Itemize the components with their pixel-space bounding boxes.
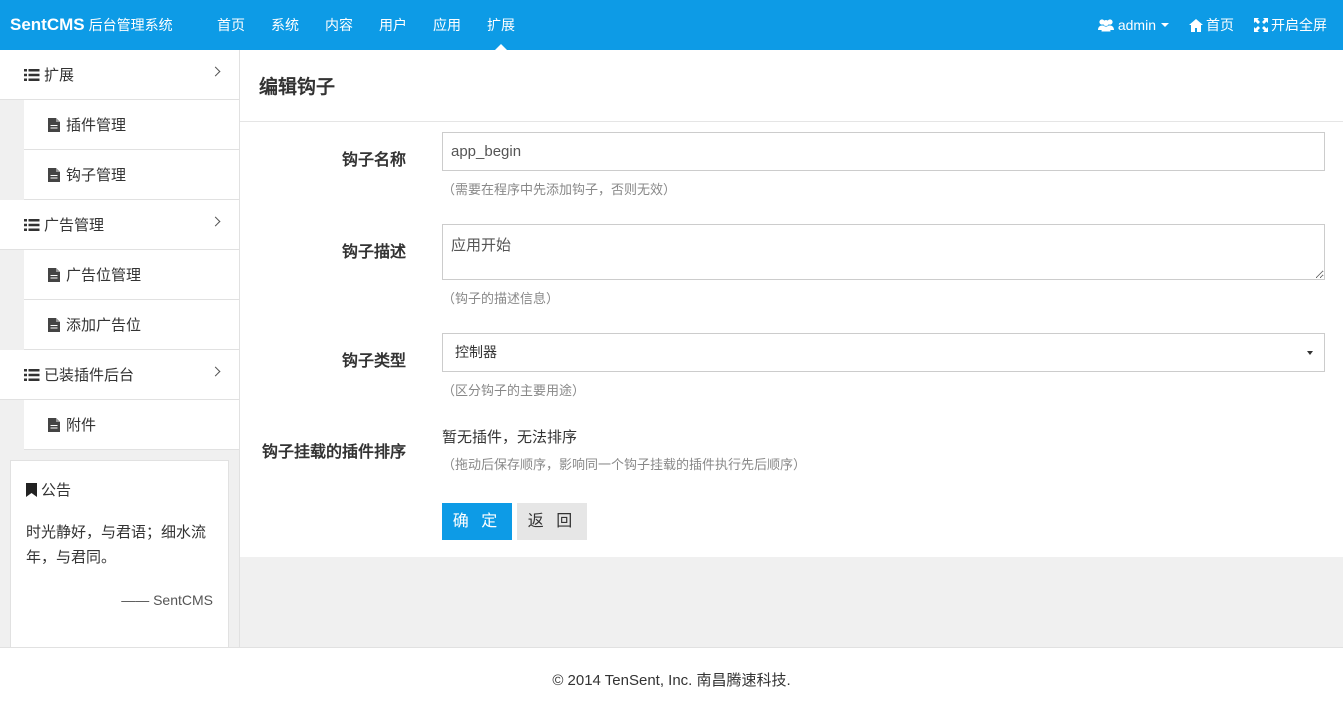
- notice-title: 公告: [26, 479, 213, 500]
- back-button[interactable]: 返 回: [517, 503, 587, 540]
- hook-type-help: （区分钩子的主要用途）: [442, 383, 586, 398]
- hook-description-help: （钩子的描述信息）: [442, 291, 560, 306]
- sidebar-item-label: 添加广告位: [66, 317, 142, 334]
- sidebar-group-label: 广告管理: [44, 217, 105, 234]
- file-icon: [48, 167, 60, 182]
- top-navbar: SentCMS 后台管理系统 首页 系统 内容 用户 应用 扩展 admin 首页…: [0, 0, 1343, 50]
- users-icon: [1097, 19, 1114, 32]
- hook-order-control: 暂无插件，无法排序 （拖动后保存顺序，影响同一个钩子挂载的插件执行先后顺序）: [442, 428, 1325, 473]
- home-icon: [1189, 18, 1203, 32]
- hook-name-help: （需要在程序中先添加钩子，否则无效）: [442, 182, 677, 197]
- sidebar: 扩展 插件管理 钩子管理 广告管理 广告位管理 添加广告位 已装插件后台 附件 …: [0, 50, 240, 647]
- notice-panel: 公告 时光静好，与君语；细水流年，与君同。 —— SentCMS: [10, 460, 229, 647]
- notice-signature: —— SentCMS: [121, 592, 213, 608]
- home-link[interactable]: 首页: [1179, 0, 1244, 50]
- home-link-label: 首页: [1206, 17, 1234, 33]
- sidebar-item-label: 附件: [66, 417, 97, 434]
- file-icon: [48, 317, 60, 332]
- sidebar-item-add-ad-position[interactable]: 添加广告位: [24, 300, 239, 350]
- page-title: 编辑钩子: [240, 50, 1343, 122]
- sidebar-group-installed-plugins[interactable]: 已装插件后台: [0, 350, 239, 400]
- user-name: admin: [1117, 17, 1156, 33]
- hook-name-input[interactable]: [442, 132, 1325, 171]
- brand-name: SentCMS: [10, 15, 85, 34]
- sidebar-group-extensions[interactable]: 扩展: [0, 50, 239, 100]
- sidebar-group-ads[interactable]: 广告管理: [0, 200, 239, 250]
- hook-type-label: 钩子类型: [341, 353, 406, 370]
- hook-order-label: 钩子挂载的插件排序: [261, 444, 406, 461]
- file-icon: [48, 267, 60, 282]
- sidebar-item-plugins[interactable]: 插件管理: [24, 100, 239, 150]
- fullscreen-label: 开启全屏: [1271, 17, 1327, 33]
- sidebar-group-label: 已装插件后台: [44, 367, 135, 384]
- hook-type-selected: 控制器: [455, 344, 497, 360]
- list-icon: [24, 368, 40, 381]
- chevron-right-icon: [210, 66, 221, 77]
- main-nav: 首页 系统 内容 用户 应用 扩展: [204, 0, 528, 50]
- file-icon: [48, 417, 60, 432]
- hook-description-label: 钩子描述: [341, 244, 406, 261]
- footer-copyright: © 2014 TenSent, Inc. 南昌腾速科技.: [552, 672, 791, 689]
- sidebar-item-attachments[interactable]: 附件: [24, 400, 239, 450]
- hook-type-control: 控制器 （区分钩子的主要用途）: [442, 333, 1325, 399]
- file-icon: [48, 117, 60, 132]
- hook-description-textarea[interactable]: 应用开始: [442, 224, 1325, 280]
- brand-logo[interactable]: SentCMS 后台管理系统: [10, 0, 173, 50]
- hook-order-value: 暂无插件，无法排序: [442, 429, 578, 446]
- sidebar-item-label: 钩子管理: [66, 167, 127, 184]
- hook-order-help: （拖动后保存顺序，影响同一个钩子挂载的插件执行先后顺序）: [442, 457, 807, 472]
- sidebar-group-label: 扩展: [44, 67, 75, 84]
- edit-hook-panel: 编辑钩子 钩子名称 （需要在程序中先添加钩子，否则无效） 钩子描述 应用开始 （…: [240, 50, 1343, 557]
- notice-title-text: 公告: [41, 482, 72, 499]
- chevron-right-icon: [210, 366, 221, 377]
- sidebar-item-label: 插件管理: [66, 117, 127, 134]
- hook-name-label: 钩子名称: [341, 152, 406, 169]
- bookmark-icon: [26, 482, 37, 497]
- nav-item-system[interactable]: 系统: [258, 0, 312, 50]
- notice-body: 时光静好，与君语；细水流年，与君同。: [26, 524, 207, 566]
- sidebar-item-label: 广告位管理: [66, 267, 142, 284]
- hook-name-control: （需要在程序中先添加钩子，否则无效）: [442, 132, 1325, 198]
- sidebar-item-hooks[interactable]: 钩子管理: [24, 150, 239, 200]
- nav-item-apps[interactable]: 应用: [420, 0, 474, 50]
- nav-item-extensions[interactable]: 扩展: [474, 0, 528, 50]
- user-menu[interactable]: admin: [1087, 0, 1179, 50]
- footer: © 2014 TenSent, Inc. 南昌腾速科技.: [0, 647, 1343, 711]
- list-icon: [24, 218, 40, 231]
- hook-description-control: 应用开始 （钩子的描述信息）: [442, 224, 1325, 307]
- hook-type-select[interactable]: 控制器: [442, 333, 1325, 372]
- main-content: 编辑钩子 钩子名称 （需要在程序中先添加钩子，否则无效） 钩子描述 应用开始 （…: [240, 50, 1343, 647]
- fullscreen-button[interactable]: 开启全屏: [1244, 0, 1337, 50]
- brand-subtitle: 后台管理系统: [88, 17, 173, 33]
- sidebar-item-ad-positions[interactable]: 广告位管理: [24, 250, 239, 300]
- caret-down-icon: [1307, 351, 1313, 355]
- nav-right: admin 首页 开启全屏: [1087, 0, 1337, 50]
- chevron-right-icon: [210, 216, 221, 227]
- nav-item-users[interactable]: 用户: [366, 0, 420, 50]
- chevron-down-icon: [1161, 23, 1169, 27]
- fullscreen-icon: [1254, 18, 1268, 32]
- list-icon: [24, 68, 40, 81]
- submit-button[interactable]: 确 定: [442, 503, 512, 540]
- nav-item-content[interactable]: 内容: [312, 0, 366, 50]
- nav-item-home[interactable]: 首页: [204, 0, 258, 50]
